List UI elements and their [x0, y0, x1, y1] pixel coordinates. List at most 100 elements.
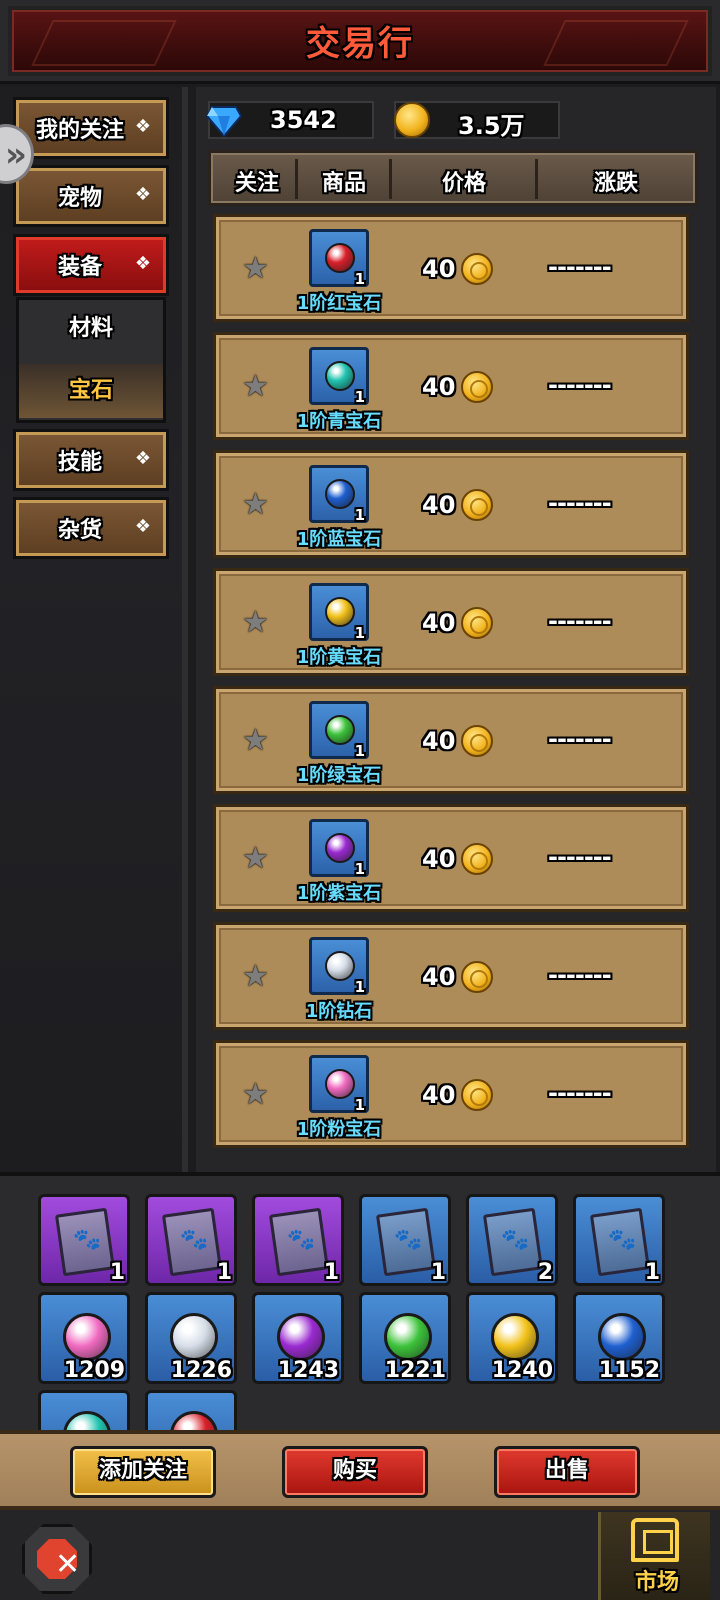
gem-icon: [325, 479, 355, 509]
inventory-count: 1: [644, 1260, 660, 1285]
item-icon: 1: [309, 819, 369, 878]
gem-icon: [325, 951, 355, 981]
inventory-count: 1221: [384, 1358, 446, 1383]
paw-book-icon: 🐾: [161, 1207, 223, 1277]
diamond-amount: 3542: [270, 106, 337, 134]
item-quantity: 1: [354, 624, 365, 642]
subcategory-materials[interactable]: 材料: [19, 302, 163, 356]
inventory-count: 1240: [491, 1358, 553, 1383]
follow-star-icon[interactable]: ★: [242, 723, 269, 758]
gem-icon: [63, 1411, 111, 1430]
item-quantity: 1: [354, 742, 365, 760]
gem-icon: [277, 1313, 325, 1361]
subcategory-gems[interactable]: 宝石: [19, 364, 163, 418]
gem-icon: [170, 1313, 218, 1361]
category-label: 杂货: [57, 518, 102, 543]
item-quantity: 1: [354, 1096, 365, 1114]
item-icon: 1: [309, 583, 369, 642]
inventory-skill-book[interactable]: 🐾 1: [252, 1194, 344, 1286]
inventory-gem[interactable]: [145, 1390, 237, 1430]
gold-coin-icon: [461, 1079, 493, 1111]
inventory-skill-book[interactable]: 🐾 1: [359, 1194, 451, 1286]
category-my-follows[interactable]: 我的关注 ❖: [16, 100, 166, 156]
inventory-skill-book[interactable]: 🐾 1: [38, 1194, 130, 1286]
inventory-gem[interactable]: [38, 1390, 130, 1430]
item-icon: 1: [309, 347, 369, 406]
inventory-gem[interactable]: 1240: [466, 1292, 558, 1384]
inventory-gem[interactable]: 1226: [145, 1292, 237, 1384]
item-quantity: 1: [354, 388, 365, 406]
gem-icon: [170, 1411, 218, 1430]
follow-star-icon[interactable]: ★: [242, 1077, 269, 1112]
gold-coin-icon: [461, 371, 493, 403]
price-change: -------: [548, 961, 612, 989]
item-icon: 1: [309, 465, 369, 524]
inventory-count: 1: [323, 1260, 339, 1285]
item-row[interactable]: ★ 1 1阶钻石 40 -------: [213, 922, 689, 1030]
follow-star-icon[interactable]: ★: [242, 369, 269, 404]
inventory-gem[interactable]: 1243: [252, 1292, 344, 1384]
category-sidebar: 我的关注 ❖ 宠物 ❖ 装备 ❖ 材料 宝石 技能 ❖ 杂货 ❖: [0, 87, 188, 1172]
action-bar: 添加关注 购买 出售: [0, 1430, 720, 1510]
item-price: 40: [422, 255, 456, 283]
inventory-gem[interactable]: 1152: [573, 1292, 665, 1384]
sell-button[interactable]: 出售: [494, 1446, 640, 1498]
category-equipment[interactable]: 装备 ❖: [16, 237, 166, 293]
nav-market-tab[interactable]: 市场: [598, 1512, 710, 1600]
item-row[interactable]: ★ 1 1阶青宝石 40 -------: [213, 332, 689, 440]
chevron-down-icon: ❖: [134, 184, 152, 205]
inventory-gem[interactable]: 1209: [38, 1292, 130, 1384]
category-skills[interactable]: 技能 ❖: [16, 432, 166, 488]
column-change: 涨跌: [593, 171, 638, 196]
item-name: 1阶钻石: [305, 1001, 373, 1022]
item-row[interactable]: ★ 1 1阶红宝石 40 -------: [213, 214, 689, 322]
price-change: -------: [548, 843, 612, 871]
item-name: 1阶黄宝石: [296, 647, 382, 668]
inventory-skill-book[interactable]: 🐾 1: [573, 1194, 665, 1286]
item-price: 40: [422, 963, 456, 991]
follow-star-icon[interactable]: ★: [242, 959, 269, 994]
follow-star-icon[interactable]: ★: [242, 251, 269, 286]
gem-icon: [325, 1069, 355, 1099]
gold-coin-icon: [461, 843, 493, 875]
item-row[interactable]: ★ 1 1阶蓝宝石 40 -------: [213, 450, 689, 558]
item-name: 1阶粉宝石: [296, 1119, 382, 1140]
inventory-gem[interactable]: 1221: [359, 1292, 451, 1384]
item-icon: 1: [309, 229, 369, 288]
inventory-skill-book[interactable]: 🐾 1: [145, 1194, 237, 1286]
item-quantity: 1: [354, 506, 365, 524]
column-divider: [295, 159, 298, 199]
title-bar: 交易行: [0, 0, 720, 84]
item-row[interactable]: ★ 1 1阶黄宝石 40 -------: [213, 568, 689, 676]
follow-star-icon[interactable]: ★: [242, 605, 269, 640]
gold-coin-icon: [461, 725, 493, 757]
item-row[interactable]: ★ 1 1阶紫宝石 40 -------: [213, 804, 689, 912]
paw-book-icon: 🐾: [482, 1207, 544, 1277]
item-icon: 1: [309, 1055, 369, 1114]
item-icon: 1: [309, 937, 369, 996]
item-icon: 1: [309, 701, 369, 760]
buy-button[interactable]: 购买: [282, 1446, 428, 1498]
category-label: 装备: [57, 255, 102, 280]
close-button[interactable]: ✕: [22, 1524, 92, 1594]
item-row[interactable]: ★ 1 1阶绿宝石 40 -------: [213, 686, 689, 794]
paw-book-icon: 🐾: [268, 1207, 330, 1277]
column-divider: [535, 159, 538, 199]
column-item: 商品: [321, 171, 366, 196]
category-pets[interactable]: 宠物 ❖: [16, 168, 166, 224]
chevron-down-icon: ❖: [134, 516, 152, 537]
diamond-balance: 3542: [206, 101, 374, 139]
inventory-count: 1: [109, 1260, 125, 1285]
category-label: 宠物: [57, 186, 102, 211]
follow-star-icon[interactable]: ★: [242, 487, 269, 522]
column-price: 价格: [441, 171, 486, 196]
item-row[interactable]: ★ 1 1阶粉宝石 40 -------: [213, 1040, 689, 1148]
price-change: -------: [548, 725, 612, 753]
follow-star-icon[interactable]: ★: [242, 841, 269, 876]
add-follow-button[interactable]: 添加关注: [70, 1446, 216, 1498]
page-title: 交易行: [306, 24, 414, 64]
inventory-skill-book[interactable]: 🐾 2: [466, 1194, 558, 1286]
item-price: 40: [422, 1081, 456, 1109]
category-label: 技能: [57, 450, 102, 475]
category-goods[interactable]: 杂货 ❖: [16, 500, 166, 556]
